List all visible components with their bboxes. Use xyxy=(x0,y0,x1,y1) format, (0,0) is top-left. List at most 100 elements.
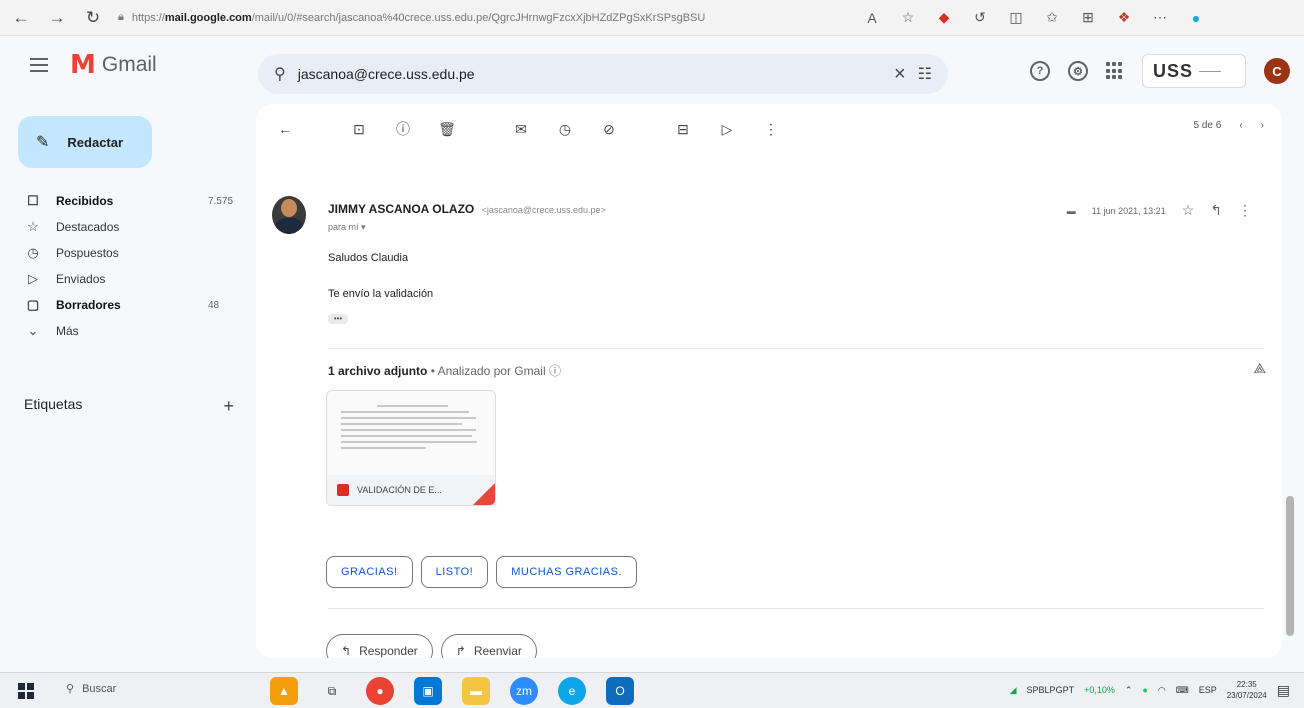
address-bar[interactable]: 🔒︎ https://mail.google.com/mail/u/0/#sea… xyxy=(118,5,838,31)
language-indicator[interactable]: ESP xyxy=(1199,685,1217,695)
favorites-bar-icon[interactable]: ✩ xyxy=(1042,8,1062,28)
star-icon[interactable]: ☆ xyxy=(1182,202,1195,219)
sidebar-item-borradores[interactable]: ▢ Borradores 48 xyxy=(0,292,240,318)
pager-text: 5 de 6 xyxy=(1193,120,1222,131)
prev-icon[interactable]: ‹ xyxy=(1239,120,1242,131)
taskbar-apps: ▲ ⧉ ● ▣ ▬ zm e O xyxy=(270,677,634,705)
scrollbar[interactable] xyxy=(1286,496,1294,636)
profile-extension-icon[interactable]: ❖ xyxy=(1114,8,1134,28)
more-options-icon[interactable]: ⋮ xyxy=(762,120,780,138)
report-spam-icon[interactable]: ⓘ xyxy=(394,120,412,138)
labels-section: Etiquetas + xyxy=(24,396,234,417)
weather-widget-icon[interactable]: ▲ xyxy=(270,677,298,705)
chevron-up-icon[interactable]: ⌃ xyxy=(1125,685,1133,696)
gmail-header: M Gmail ⚲ jascanoa@crece.uss.edu.pe × ☷ … xyxy=(0,36,1304,100)
extension-icon[interactable]: ◆ xyxy=(934,8,954,28)
reply-icon[interactable]: ↰ xyxy=(1210,202,1222,219)
search-input[interactable]: jascanoa@crece.uss.edu.pe xyxy=(298,66,882,82)
compose-button[interactable]: ✎ Redactar xyxy=(18,116,152,168)
clock[interactable]: 22:35 23/07/2024 xyxy=(1227,679,1267,701)
attachment-count: 1 archivo adjunto xyxy=(328,364,428,378)
zoom-icon[interactable]: zm xyxy=(510,677,538,705)
message-date: 11 jun 2021, 13:21 xyxy=(1091,205,1166,216)
gmail-logo[interactable]: M Gmail xyxy=(70,52,157,78)
chrome-icon[interactable]: ● xyxy=(366,677,394,705)
recipient-details[interactable]: para mí ▾ xyxy=(328,222,366,233)
keyboard-icon[interactable]: ⌨ xyxy=(1176,685,1189,696)
back-icon[interactable]: ← xyxy=(10,7,32,29)
message-more-icon[interactable]: ⋮ xyxy=(1238,202,1252,219)
forward-button[interactable]: ↱ Reenviar xyxy=(440,634,537,658)
tray-app-icon[interactable]: ● xyxy=(1142,685,1147,695)
stock-change: +0,10% xyxy=(1084,685,1115,695)
forward-icon: ↱ xyxy=(455,644,466,658)
mark-unread-icon[interactable]: ✉ xyxy=(512,120,530,138)
outlook-icon[interactable]: O xyxy=(606,677,634,705)
sidebar-item-enviados[interactable]: ▷ Enviados xyxy=(0,266,240,292)
sender-name[interactable]: JIMMY ASCANOA OLAZO xyxy=(328,202,474,216)
message-view: ← ⊡ ⓘ 🗑︎ ✉ ◷ ⊘ ⊟ ▷ ⋮ 5 de 6 ‹ › JIMMY AS… xyxy=(256,104,1282,658)
split-screen-icon[interactable]: ◫ xyxy=(1006,8,1026,28)
message-toolbar: ← ⊡ ⓘ 🗑︎ ✉ ◷ ⊘ ⊟ ▷ ⋮ 5 de 6 ‹ › xyxy=(256,104,1282,154)
wifi-icon[interactable]: ◠ xyxy=(1158,685,1166,696)
start-icon[interactable] xyxy=(18,683,34,699)
copilot-icon[interactable]: ● xyxy=(1186,8,1206,28)
help-icon[interactable]: ? xyxy=(1030,61,1050,81)
sender-avatar[interactable] xyxy=(272,196,306,234)
favorite-icon[interactable]: ☆ xyxy=(898,8,918,28)
back-to-list-icon[interactable]: ← xyxy=(276,120,294,138)
archive-icon[interactable]: ⊡ xyxy=(350,120,368,138)
notifications-icon[interactable]: ▤ xyxy=(1277,682,1290,699)
reply-button[interactable]: ↰ Responder xyxy=(326,634,433,658)
sidebar-item-destacados[interactable]: ☆ Destacados xyxy=(0,214,240,240)
scan-status: • Analizado por Gmail ⓘ xyxy=(427,364,561,378)
add-label-button[interactable]: + xyxy=(223,396,234,417)
sidebar-item-pospuestos[interactable]: ◷ Pospuestos xyxy=(0,240,240,266)
sidebar-item-label: Enviados xyxy=(56,272,106,286)
browser-toolbar: ← → ↻ 🔒︎ https://mail.google.com/mail/u/… xyxy=(0,0,1304,36)
smart-reply-button[interactable]: GRACIAS! xyxy=(326,556,413,588)
store-icon[interactable]: ▣ xyxy=(414,677,442,705)
search-bar[interactable]: ⚲ jascanoa@crece.uss.edu.pe × ☷ xyxy=(258,54,948,94)
read-aloud-icon[interactable]: A xyxy=(862,8,882,28)
search-options-icon[interactable]: ☷ xyxy=(918,64,932,84)
settings-icon[interactable]: ⚙ xyxy=(1068,61,1088,81)
add-to-drive-icon[interactable]: ⟁ xyxy=(1254,360,1267,377)
stock-name[interactable]: SPBLPGPT xyxy=(1027,685,1075,695)
edge-icon[interactable]: e xyxy=(558,677,586,705)
sidebar-item-recibidos[interactable]: ☐ Recibidos 7.575 xyxy=(0,188,240,214)
account-avatar[interactable]: C xyxy=(1264,58,1290,84)
sender-line: JIMMY ASCANOA OLAZO <jascanoa@crece.uss.… xyxy=(328,202,606,216)
more-icon[interactable]: ⋯ xyxy=(1150,8,1170,28)
label-icon[interactable]: ▷ xyxy=(718,120,736,138)
add-task-icon[interactable]: ⊘ xyxy=(600,120,618,138)
snooze-icon[interactable]: ◷ xyxy=(556,120,574,138)
compose-label: Redactar xyxy=(67,134,124,150)
show-trimmed-content-button[interactable]: ••• xyxy=(328,314,348,324)
taskbar-search[interactable]: ⚲ Buscar xyxy=(66,682,116,696)
collections-icon[interactable]: ⊞ xyxy=(1078,8,1098,28)
sidebar-item-count: 7.575 xyxy=(208,195,234,207)
message-body: Te envío la validación xyxy=(328,288,434,300)
attachment-preview xyxy=(341,405,483,469)
forward-icon[interactable]: → xyxy=(46,7,68,29)
clear-search-icon[interactable]: × xyxy=(894,63,906,86)
move-to-icon[interactable]: ⊟ xyxy=(674,120,692,138)
task-view-icon[interactable]: ⧉ xyxy=(318,677,346,705)
divider xyxy=(328,348,1264,349)
refresh-extension-icon[interactable]: ↺ xyxy=(970,8,990,28)
apps-icon[interactable] xyxy=(1106,62,1124,80)
attachment-card[interactable]: VALIDACIÓN DE E... xyxy=(326,390,496,506)
reply-icon: ↰ xyxy=(341,644,352,658)
file-explorer-icon[interactable]: ▬ xyxy=(462,677,490,705)
menu-icon[interactable] xyxy=(30,58,48,72)
sidebar-item-m-s[interactable]: ⌄ Más xyxy=(0,318,240,344)
next-icon[interactable]: › xyxy=(1261,120,1264,131)
organization-logo: USS xyxy=(1142,54,1246,88)
delete-icon[interactable]: 🗑︎ xyxy=(438,120,456,138)
smart-reply-button[interactable]: LISTO! xyxy=(420,556,489,588)
reload-icon[interactable]: ↻ xyxy=(82,7,104,29)
page-fold-icon xyxy=(473,483,495,505)
search-icon[interactable]: ⚲ xyxy=(274,64,286,84)
smart-reply-button[interactable]: MUCHAS GRACIAS. xyxy=(496,556,638,588)
